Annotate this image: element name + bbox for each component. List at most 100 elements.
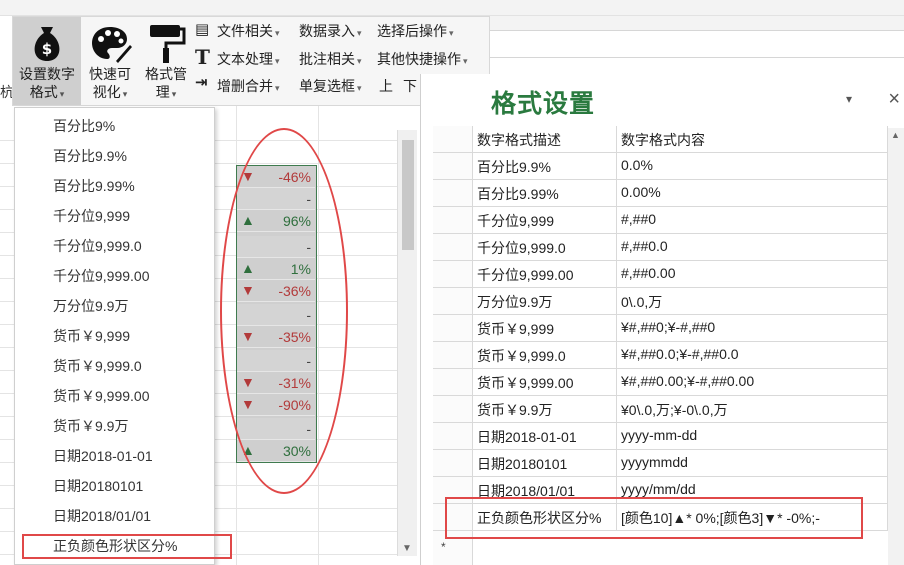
menu-label: 文件相关 (217, 23, 273, 39)
table-header-row: 数字格式描述 数字格式内容 (433, 126, 887, 153)
sheet-vertical-scrollbar[interactable]: ▼ (397, 130, 417, 556)
document-icon: ▤ (195, 21, 210, 38)
format-desc[interactable]: 货币￥9.9万 (477, 400, 552, 420)
header-content: 数字格式内容 (621, 132, 705, 148)
panel-vertical-scrollbar[interactable]: ▲ (888, 128, 904, 565)
format-desc[interactable]: 货币￥9,999 (477, 319, 554, 339)
format-desc[interactable]: 日期2018-01-01 (477, 427, 577, 447)
table-row[interactable]: 千分位9,999.00 #,##0.00 (433, 261, 887, 288)
direction-button-1[interactable]: 下 (403, 76, 417, 96)
format-desc[interactable]: 千分位9,999.00 (477, 265, 574, 285)
dropdown-item[interactable]: 货币￥9,999.0 (53, 356, 142, 376)
format-manage-button[interactable]: 格式管 理 ▾ (139, 17, 193, 105)
table-row[interactable]: 万分位9.9万 0\.0,万 (433, 288, 887, 315)
format-settings-panel: 格式设置 ▾ × 数字格式描述 数字格式内容百分比9.9% 0.0% 百分比9.99%… (420, 74, 904, 565)
menu-row2-1[interactable]: 批注相关 ▾ (299, 49, 362, 69)
format-content[interactable]: #,##0.00 (621, 265, 676, 281)
menu-label: 选择后操作 (377, 23, 447, 39)
panel-options-chevron-icon[interactable]: ▾ (846, 92, 852, 106)
number-format-dropdown: 百分比9% 百分比9.9% 百分比9.99% 千分位9,999 千分位9,999.0 千分… (14, 107, 215, 565)
table-row[interactable]: 百分比9.9% 0.0% (433, 153, 887, 180)
table-row[interactable]: 日期2018-01-01 yyyy-mm-dd (433, 423, 887, 450)
table-row[interactable]: 货币￥9,999.0 ¥#,##0.0;¥-#,##0.0 (433, 342, 887, 369)
format-content[interactable]: yyyy-mm-dd (621, 427, 697, 443)
format-content[interactable]: yyyymmdd (621, 454, 688, 470)
new-row-marker: * (441, 540, 446, 554)
dropdown-item[interactable]: 日期20180101 (53, 476, 143, 496)
table-row[interactable]: 百分比9.99% 0.00% (433, 180, 887, 207)
dropdown-highlight-box (22, 534, 232, 559)
panel-close-icon[interactable]: × (888, 88, 900, 111)
menu-row1-1[interactable]: 数据录入 ▾ (299, 21, 362, 41)
format-content[interactable]: ¥0\.0,万;¥-0\.0,万 (621, 400, 728, 420)
ribbon-toolbar: $ 设置数字 格式 ▾ 快速可 视化 ▾ 格式管 理 ▾ ▤ T ⇥ 文件相关 ▾ 数据录… (12, 16, 490, 106)
menu-row2-0[interactable]: 文本处理 ▾ (217, 49, 280, 69)
menu-label: 其他快捷操作 (377, 51, 461, 67)
format-desc[interactable]: 货币￥9,999.00 (477, 373, 574, 393)
dropdown-item[interactable]: 货币￥9,999.00 (53, 386, 150, 406)
insert-merge-icon: ⇥ (195, 74, 208, 91)
format-content[interactable]: 0\.0,万 (621, 292, 662, 312)
dropdown-item[interactable]: 千分位9,999 (53, 206, 130, 226)
format-desc[interactable]: 千分位9,999.0 (477, 238, 566, 258)
format-desc[interactable]: 千分位9,999 (477, 211, 554, 231)
window-top-strip (0, 0, 904, 16)
palette-icon (92, 27, 132, 63)
format-content[interactable]: ¥#,##0.00;¥-#,##0.00 (621, 373, 754, 389)
chevron-down-icon: ▾ (463, 56, 468, 66)
chevron-down-icon: ▾ (357, 56, 362, 66)
format-desc[interactable]: 百分比9.9% (477, 157, 551, 177)
dropdown-item[interactable]: 百分比9% (53, 116, 115, 136)
format-content[interactable]: #,##0 (621, 211, 656, 227)
dropdown-item[interactable]: 日期2018/01/01 (53, 506, 151, 526)
table-row[interactable]: 千分位9,999.0 #,##0.0 (433, 234, 887, 261)
format-desc[interactable]: 货币￥9,999.0 (477, 346, 566, 366)
scroll-down-arrow-icon[interactable]: ▼ (402, 543, 412, 554)
panel-title: 格式设置 (491, 90, 596, 118)
quick-visualize-button[interactable]: 快速可 视化 ▾ (83, 17, 137, 105)
menu-row2-2[interactable]: 其他快捷操作 ▾ (377, 49, 468, 69)
title-bar-area (480, 16, 904, 30)
format-content[interactable]: #,##0.0 (621, 238, 668, 254)
chevron-down-icon: ▾ (357, 83, 362, 93)
format-content[interactable]: 0.00% (621, 184, 661, 200)
menu-row3-0[interactable]: 增删合并 ▾ (217, 76, 280, 96)
dropdown-item[interactable]: 日期2018-01-01 (53, 446, 153, 466)
table-row[interactable]: 货币￥9,999.00 ¥#,##0.00;¥-#,##0.00 (433, 369, 887, 396)
scrollbar-thumb[interactable] (402, 140, 414, 250)
chevron-down-icon: ▾ (275, 83, 280, 93)
format-content[interactable]: ¥#,##0.0;¥-#,##0.0 (621, 346, 739, 362)
table-row[interactable]: 千分位9,999 #,##0 (433, 207, 887, 234)
dropdown-item[interactable]: 万分位9.9万 (53, 296, 128, 316)
svg-text:$: $ (42, 40, 52, 58)
format-desc[interactable]: 日期20180101 (477, 454, 567, 474)
dropdown-item[interactable]: 货币￥9.9万 (53, 416, 128, 436)
money-bag-icon: $ (34, 27, 60, 61)
format-content[interactable]: yyyy/mm/dd (621, 481, 696, 497)
dropdown-item[interactable]: 货币￥9,999 (53, 326, 130, 346)
menu-row1-2[interactable]: 选择后操作 ▾ (377, 21, 454, 41)
format-desc[interactable]: 百分比9.99% (477, 184, 559, 204)
format-content[interactable]: 0.0% (621, 157, 653, 173)
chevron-down-icon: ▾ (275, 28, 280, 38)
scroll-up-arrow-icon[interactable]: ▲ (891, 130, 900, 140)
menu-row1-0[interactable]: 文件相关 ▾ (217, 21, 280, 41)
chevron-down-icon: ▾ (275, 56, 280, 66)
menu-label: 增删合并 (217, 78, 273, 94)
menu-row3-1[interactable]: 单复选框 ▾ (299, 76, 362, 96)
chevron-down-icon: ▾ (449, 28, 454, 38)
format-content[interactable]: ¥#,##0;¥-#,##0 (621, 319, 715, 335)
direction-button-0[interactable]: 上 (379, 76, 393, 96)
dropdown-item[interactable]: 百分比9.9% (53, 146, 127, 166)
header-desc: 数字格式描述 (477, 132, 561, 148)
set-number-format-button[interactable]: $ 设置数字 格式 ▾ (13, 17, 81, 105)
dropdown-item[interactable]: 千分位9,999.00 (53, 266, 150, 286)
dropdown-item[interactable]: 千分位9,999.0 (53, 236, 142, 256)
format-desc[interactable]: 万分位9.9万 (477, 292, 552, 312)
menu-label: 文本处理 (217, 51, 273, 67)
menu-label: 数据录入 (299, 23, 355, 39)
dropdown-item[interactable]: 百分比9.99% (53, 176, 135, 196)
table-row[interactable]: 货币￥9,999 ¥#,##0;¥-#,##0 (433, 315, 887, 342)
table-row[interactable]: 日期20180101 yyyymmdd (433, 450, 887, 477)
table-row[interactable]: 货币￥9.9万 ¥0\.0,万;¥-0\.0,万 (433, 396, 887, 423)
